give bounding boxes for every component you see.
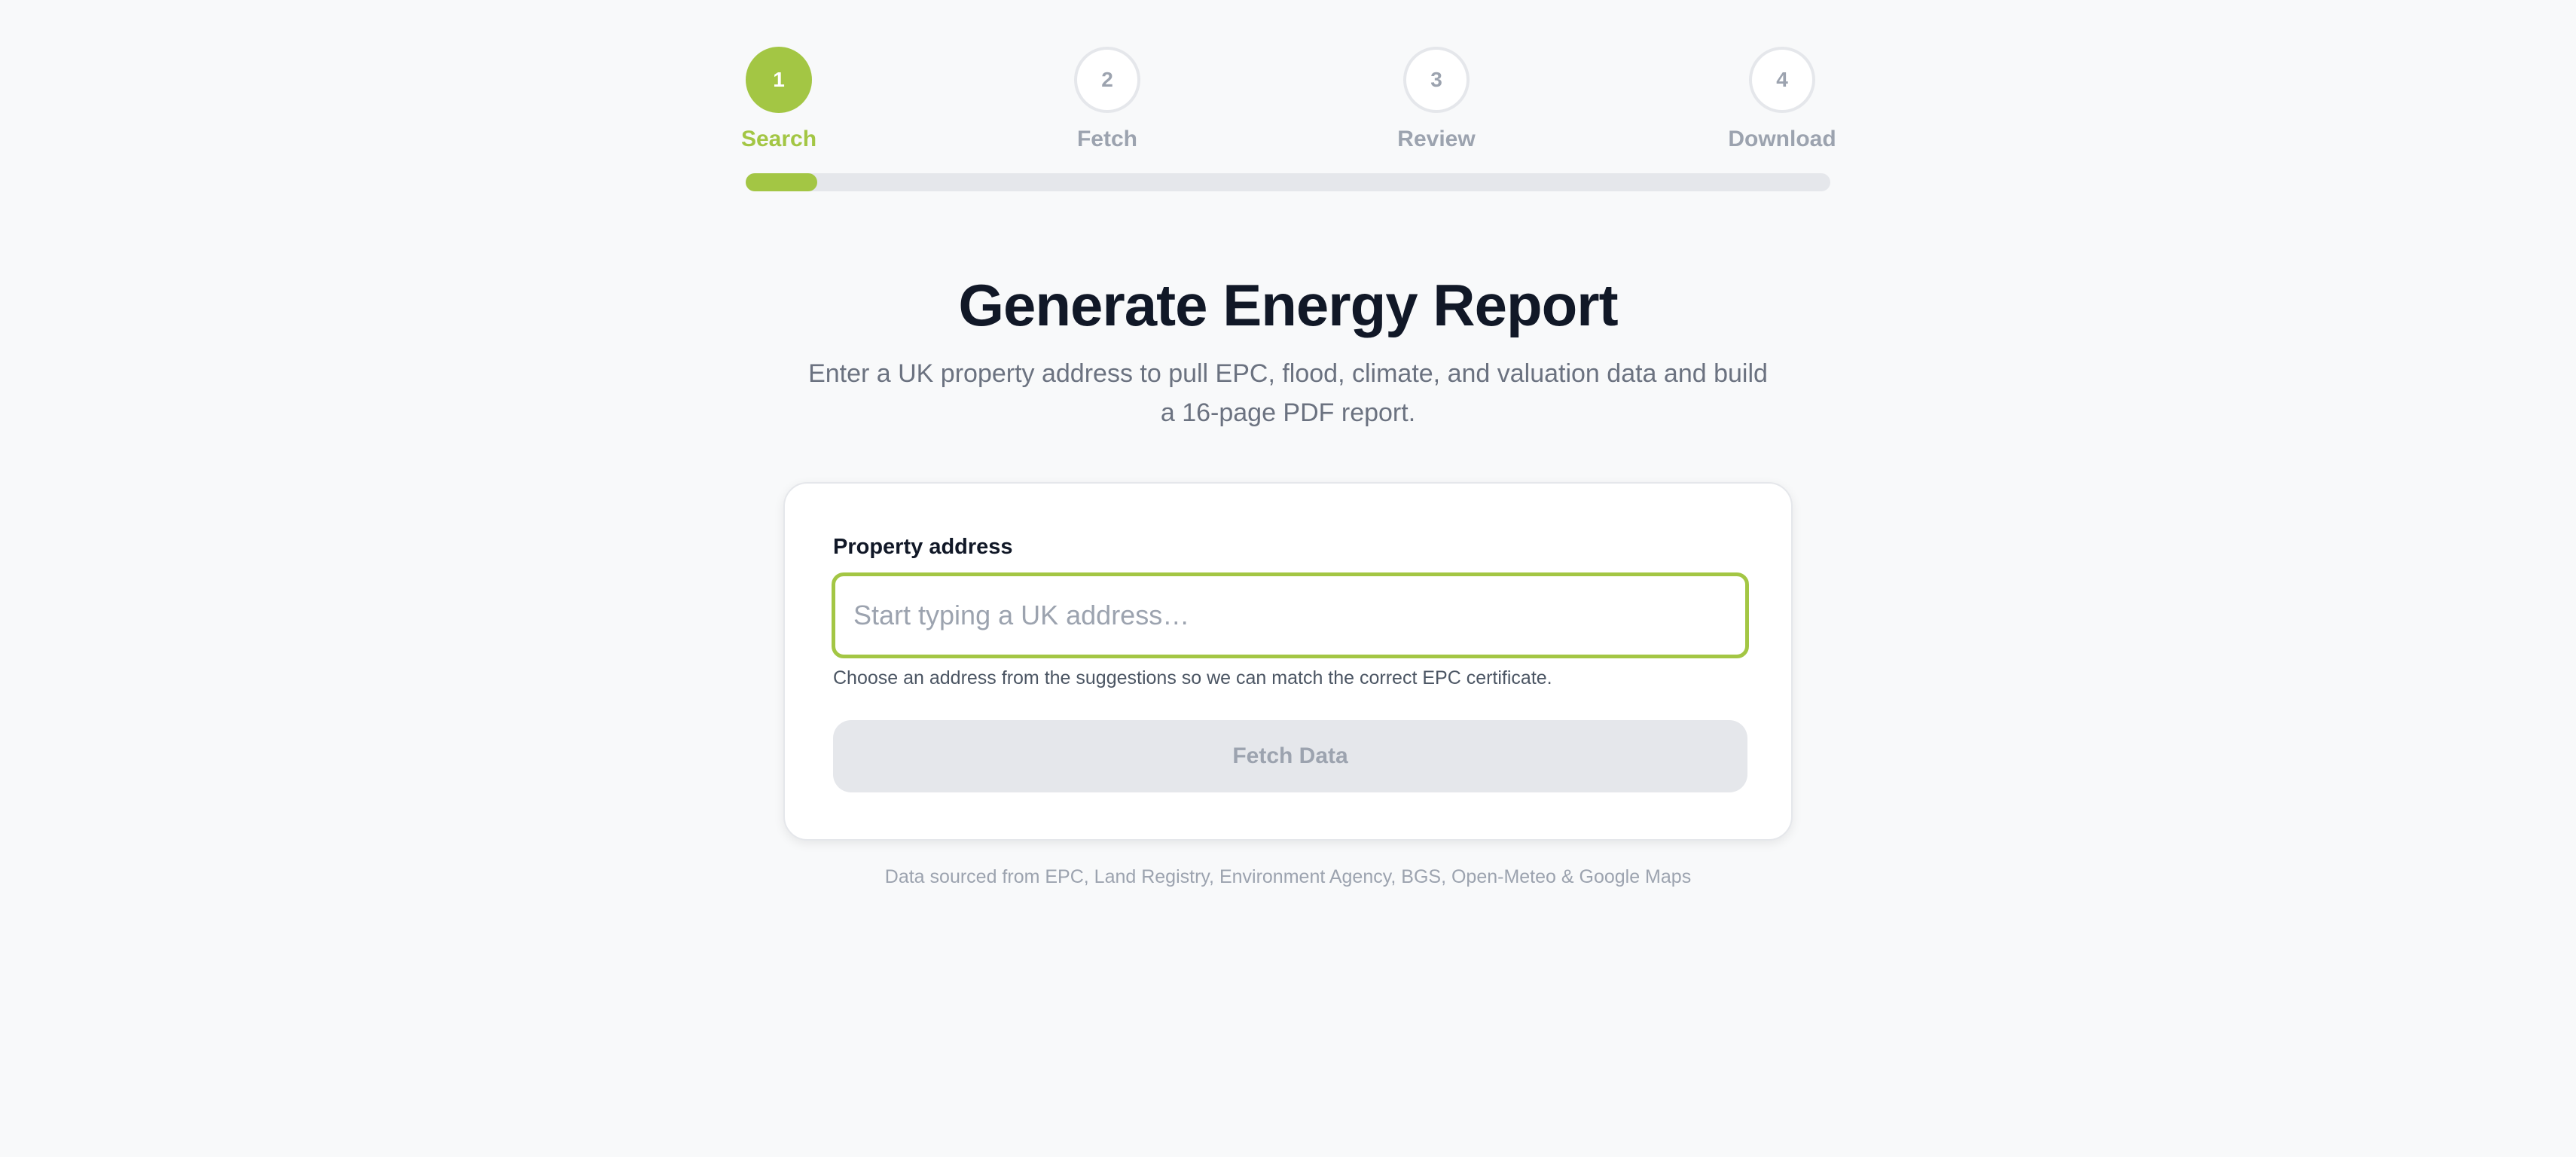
page-subtitle: Enter a UK property address to pull EPC,… xyxy=(808,359,1768,427)
step-review: 3 Review xyxy=(1361,47,1512,152)
address-hint-text: Choose an address from the suggestions s… xyxy=(833,667,1552,688)
progress-bar xyxy=(746,173,1830,191)
data-sources-note: Data sourced from EPC, Land Registry, En… xyxy=(884,866,1692,887)
step-download: 4 Download xyxy=(1707,47,1857,152)
progress-bar-fill xyxy=(746,173,818,191)
fetch-data-button[interactable]: Fetch Data xyxy=(833,720,1747,792)
step-number-badge: 3 xyxy=(1403,47,1470,113)
progress-stepper: 1 Search 2 Fetch 3 Review 4 Download xyxy=(741,47,1836,194)
step-fetch: 2 Fetch xyxy=(1032,47,1183,152)
address-form-card: Property address Choose an address from … xyxy=(783,482,1793,841)
step-number-badge: 4 xyxy=(1749,47,1815,113)
step-search: 1 Search xyxy=(704,47,854,152)
address-field-label: Property address xyxy=(833,535,1013,559)
step-label: Search xyxy=(740,127,817,151)
step-label: Download xyxy=(1728,127,1836,151)
step-label: Fetch xyxy=(1076,127,1137,151)
page-title: Generate Energy Report xyxy=(958,272,1618,338)
step-number-badge: 2 xyxy=(1074,47,1140,113)
step-number-badge: 1 xyxy=(746,47,812,113)
step-label: Review xyxy=(1397,127,1476,151)
address-search-input[interactable] xyxy=(832,572,1749,658)
